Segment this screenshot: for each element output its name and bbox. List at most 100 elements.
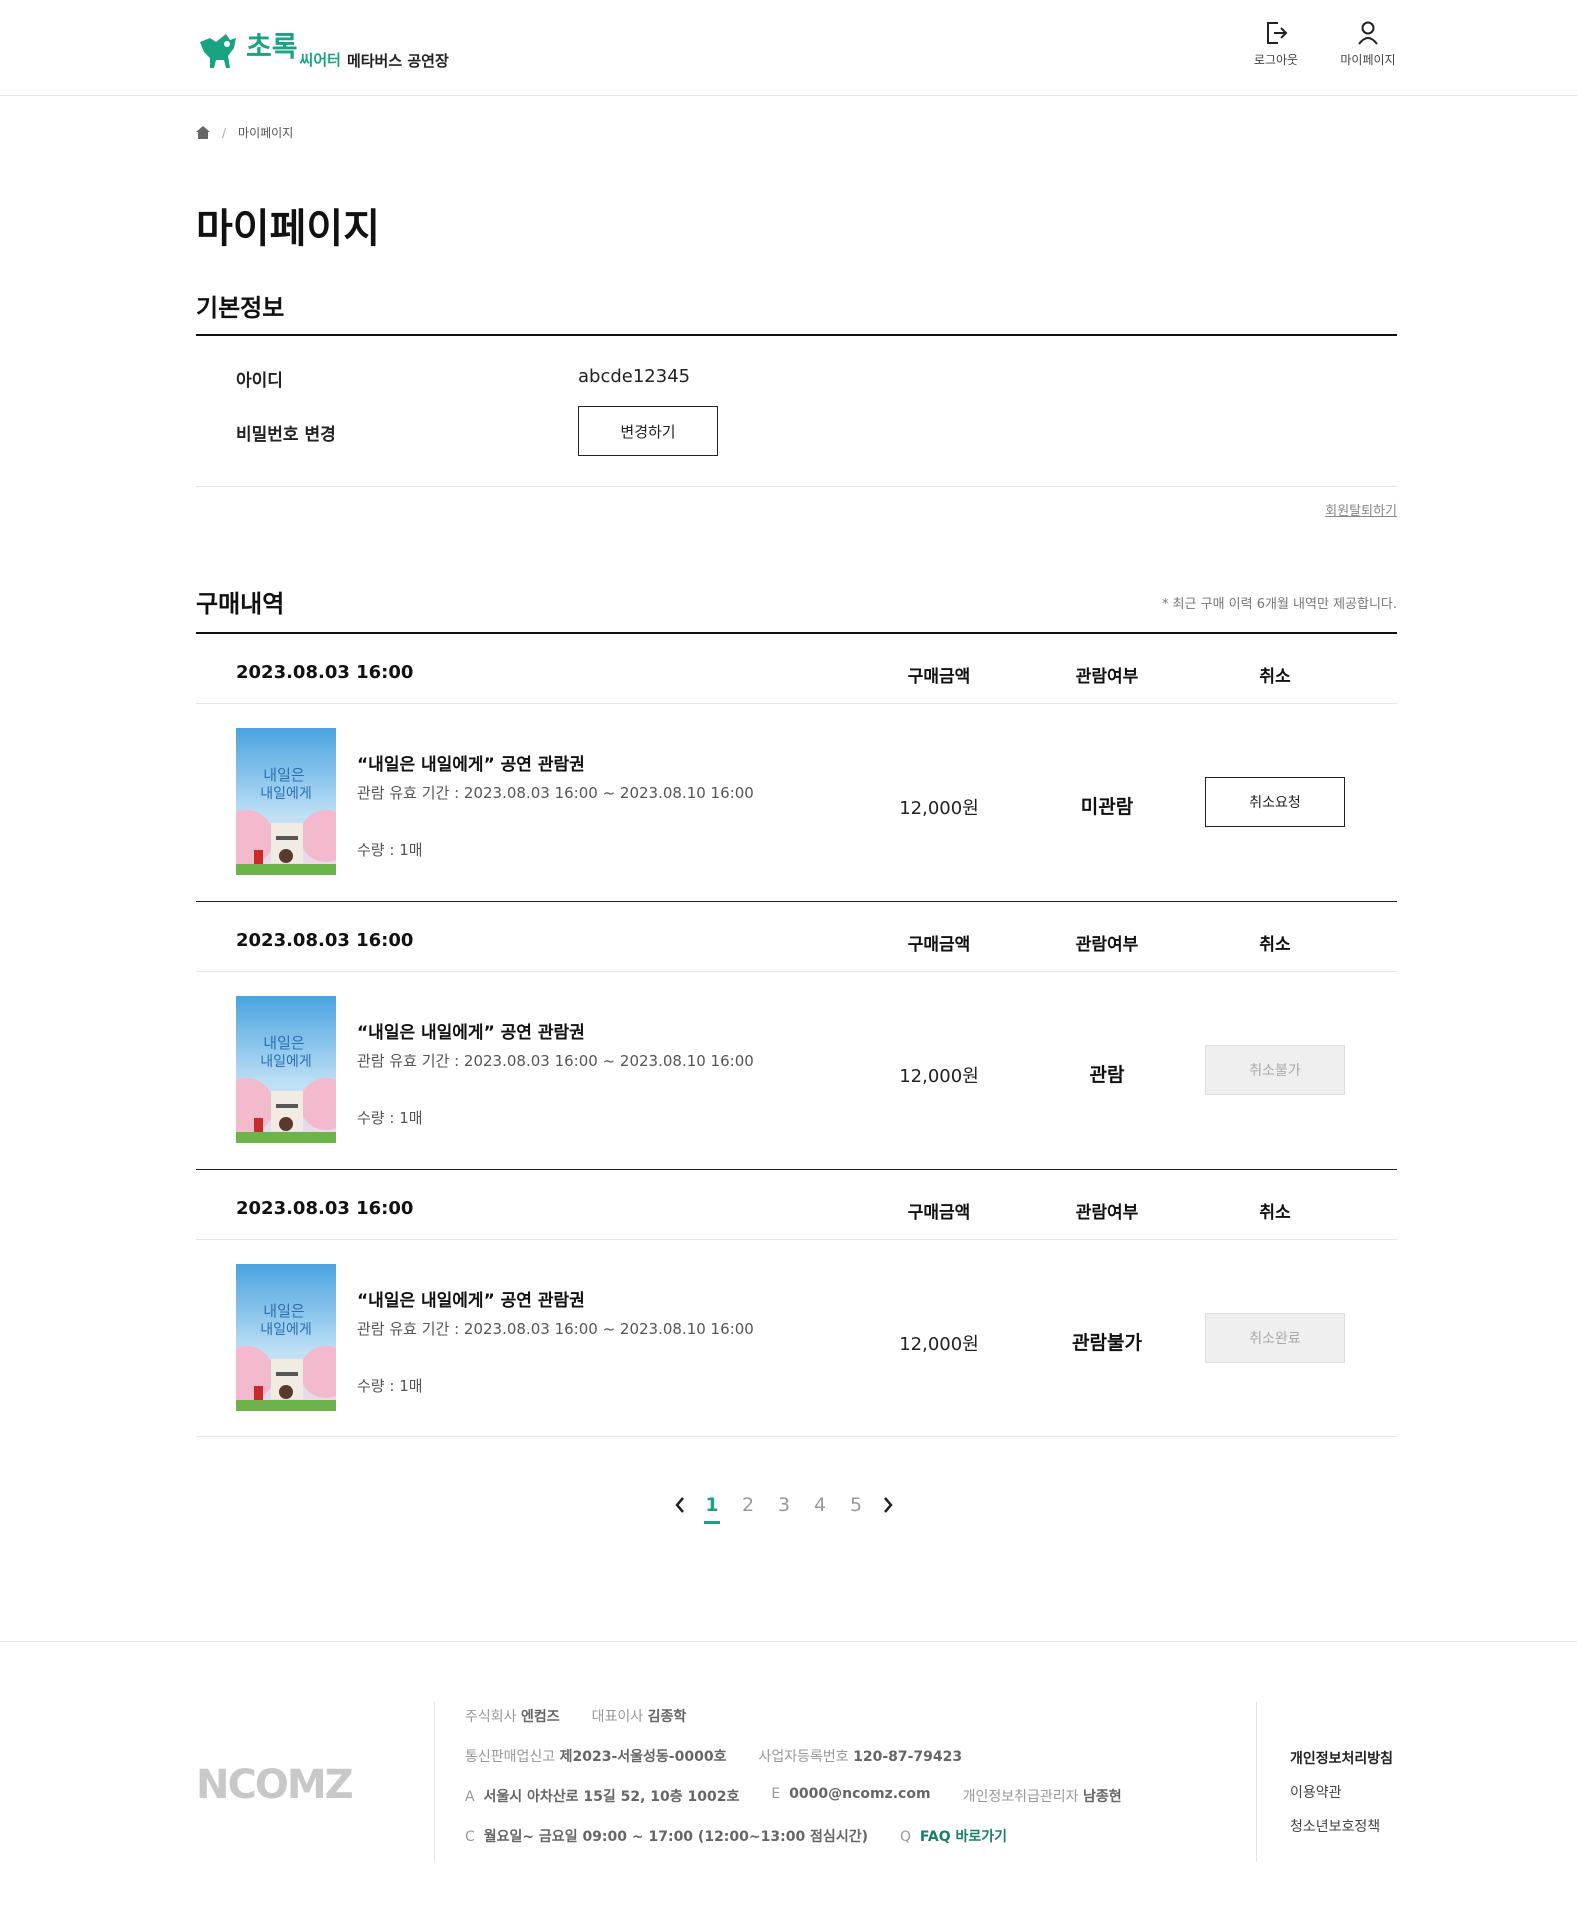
breadcrumb: / 마이페이지 — [196, 124, 293, 141]
prev-page-button[interactable] — [666, 1490, 694, 1520]
divider — [196, 1436, 1397, 1437]
breadcrumb-current: 마이페이지 — [238, 126, 294, 140]
order-amount: 12,000원 — [899, 1334, 979, 1355]
poster-line2: 내일에게 — [260, 1322, 312, 1338]
divider — [196, 1239, 1397, 1240]
col-cancel-header: 취소 — [1259, 1203, 1291, 1223]
poster-line1: 내일은 — [263, 1034, 304, 1052]
order-amount: 12,000원 — [899, 798, 979, 819]
pagination: 1 2 3 4 5 — [666, 1490, 902, 1524]
col-cancel-header: 취소 — [1259, 667, 1291, 687]
home-icon[interactable] — [196, 126, 210, 139]
order-title[interactable]: “내일은 내일에게” 공연 관람권 — [357, 1018, 585, 1043]
purchases-title: 구매내역 — [196, 590, 285, 618]
ceo-label: 대표이사 — [591, 1709, 644, 1725]
cancel-unavailable-button: 취소불가 — [1205, 1045, 1345, 1095]
page-3[interactable]: 3 — [766, 1494, 802, 1516]
basic-info-title: 기본정보 — [196, 294, 285, 322]
poster-image[interactable]: 내일은 내일에게 — [236, 728, 336, 875]
withdraw-link[interactable]: 회원탈퇴하기 — [1325, 500, 1397, 519]
mail-order-label: 통신판매업신고 — [465, 1749, 556, 1765]
page-4[interactable]: 4 — [802, 1494, 838, 1516]
col-cancel-header: 취소 — [1259, 935, 1291, 955]
logo-sub-text: 메타버스 공연장 — [346, 52, 449, 70]
footer-logo: NCOMZ — [196, 1762, 354, 1808]
page-2[interactable]: 2 — [730, 1494, 766, 1516]
col-view-header: 관람여부 — [1075, 1203, 1139, 1223]
mypage-button[interactable]: 마이페이지 — [1328, 20, 1408, 68]
col-view-header: 관람여부 — [1075, 667, 1139, 687]
order-qty: 수량 : 1매 — [357, 1377, 423, 1395]
terms-link[interactable]: 이용약관 — [1290, 1776, 1393, 1810]
footer-contact-row: A 서울시 아차산로 15길 52, 10층 1002호 E 0000@ncom… — [465, 1786, 1122, 1806]
divider — [434, 1702, 435, 1862]
mail-order-value: 제2023-서울성동-0000호 — [559, 1749, 727, 1765]
order-period: 관람 유효 기간 : 2023.08.03 16:00 ~ 2023.08.10… — [357, 1052, 754, 1070]
change-password-button[interactable]: 변경하기 — [578, 406, 718, 456]
col-amount-header: 구매금액 — [907, 1203, 971, 1223]
footer-links: 개인정보처리방침 이용약관 청소년보호정책 — [1290, 1742, 1393, 1844]
faq-link[interactable]: FAQ 바로가기 — [920, 1829, 1007, 1845]
faq-key: Q — [899, 1829, 912, 1845]
footer-cs-row: C 월요일~ 금요일 09:00 ~ 17:00 (12:00~13:00 점심… — [465, 1826, 1007, 1846]
col-amount-header: 구매금액 — [907, 935, 971, 955]
footer-company-row: 주식회사 엔컴즈 대표이사 김종학 — [465, 1706, 686, 1726]
col-amount-header: 구매금액 — [907, 667, 971, 687]
order-item: 2023.08.03 16:00 구매금액 관람여부 취소 내일은 내일에게 “… — [196, 1170, 1397, 1437]
chevron-left-icon — [675, 1497, 684, 1513]
order-qty: 수량 : 1매 — [357, 841, 423, 859]
email-key: E — [771, 1786, 781, 1802]
order-title[interactable]: “내일은 내일에게” 공연 관람권 — [357, 750, 585, 775]
order-date: 2023.08.03 16:00 — [236, 662, 414, 683]
col-view-header: 관람여부 — [1075, 935, 1139, 955]
divider — [196, 486, 1397, 487]
company-name: 엔컴즈 — [520, 1709, 560, 1725]
page-1[interactable]: 1 — [694, 1494, 730, 1524]
logo-mascot-icon — [200, 34, 236, 68]
poster-line1: 내일은 — [263, 766, 304, 784]
id-label: 아이디 — [236, 371, 283, 391]
ceo-name: 김종학 — [647, 1709, 687, 1725]
logout-button[interactable]: 로그아웃 — [1236, 20, 1316, 68]
user-icon — [1358, 21, 1378, 45]
site-footer: NCOMZ 주식회사 엔컴즈 대표이사 김종학 통신판매업신고 제2023-서울… — [0, 1641, 1577, 1921]
youth-policy-link[interactable]: 청소년보호정책 — [1290, 1810, 1393, 1844]
order-date: 2023.08.03 16:00 — [236, 1198, 414, 1219]
poster-line2: 내일에게 — [260, 786, 312, 802]
address-key: A — [465, 1789, 475, 1805]
divider — [196, 703, 1397, 704]
order-period: 관람 유효 기간 : 2023.08.03 16:00 ~ 2023.08.10… — [357, 784, 754, 802]
order-period: 관람 유효 기간 : 2023.08.03 16:00 ~ 2023.08.10… — [357, 1320, 754, 1338]
poster-image[interactable]: 내일은 내일에게 — [236, 1264, 336, 1411]
order-status: 관람 — [1089, 1064, 1125, 1086]
poster-line2: 내일에게 — [260, 1054, 312, 1070]
order-title[interactable]: “내일은 내일에게” 공연 관람권 — [357, 1286, 585, 1311]
logo-main-text: 초록 — [246, 30, 298, 63]
page-title: 마이페이지 — [196, 206, 380, 252]
purchases-note: * 최근 구매 이력 6개월 내역만 제공합니다. — [1161, 597, 1397, 612]
page-5[interactable]: 5 — [838, 1494, 874, 1516]
logout-label: 로그아웃 — [1253, 53, 1299, 67]
order-item: 2023.08.03 16:00 구매금액 관람여부 취소 내일은 내일에게 “… — [196, 634, 1397, 901]
privacy-policy-link[interactable]: 개인정보처리방침 — [1290, 1742, 1393, 1776]
site-header: 초록 씨어터 메타버스 공연장 로그아웃 마이페이지 — [0, 0, 1577, 96]
order-date: 2023.08.03 16:00 — [236, 930, 414, 951]
cs-hours: 월요일~ 금요일 09:00 ~ 17:00 (12:00~13:00 점심시간… — [483, 1829, 868, 1845]
footer-registration-row: 통신판매업신고 제2023-서울성동-0000호 사업자등록번호 120-87-… — [465, 1746, 962, 1766]
divider — [196, 971, 1397, 972]
password-label: 비밀번호 변경 — [236, 425, 336, 445]
cs-key: C — [465, 1829, 475, 1845]
site-logo[interactable]: 초록 씨어터 메타버스 공연장 — [196, 22, 449, 74]
cancel-request-button[interactable]: 취소요청 — [1205, 777, 1345, 827]
next-page-button[interactable] — [874, 1490, 902, 1520]
logout-icon — [1267, 22, 1288, 44]
cancel-complete-button: 취소완료 — [1205, 1313, 1345, 1363]
order-status: 관람불가 — [1072, 1332, 1142, 1354]
id-value: abcde12345 — [578, 366, 691, 387]
email-value: 0000@ncomz.com — [789, 1786, 931, 1802]
order-status: 미관람 — [1080, 796, 1134, 818]
privacy-manager-label: 개인정보취급관리자 — [962, 1789, 1079, 1805]
poster-image[interactable]: 내일은 내일에게 — [236, 996, 336, 1143]
poster-line1: 내일은 — [263, 1302, 304, 1320]
breadcrumb-separator: / — [222, 125, 227, 140]
